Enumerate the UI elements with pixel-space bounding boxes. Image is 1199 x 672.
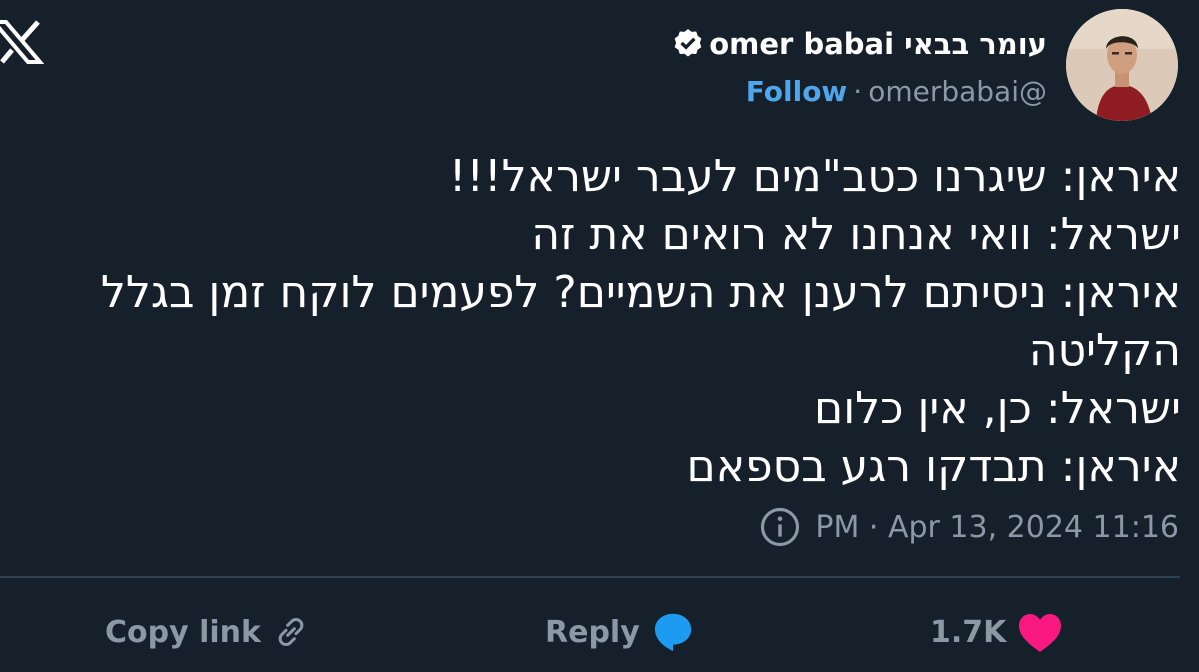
tweet-text: איראן: שיגרנו כטב"מים לעבר ישראל!!! ישרא…: [31, 148, 1181, 496]
divider: [0, 576, 1180, 578]
tweet-line: איראן: שיגרנו כטב"מים לעבר ישראל!!!: [448, 151, 1181, 202]
verified-badge-icon: [674, 29, 702, 57]
author-handle[interactable]: omerbabai@: [868, 75, 1047, 108]
link-icon: [278, 618, 304, 646]
tweet-line: הקליטה: [1028, 325, 1181, 376]
avatar[interactable]: [1066, 9, 1178, 121]
tweet-line: ישראל: וואי אנחנו לא רואים את זה: [531, 209, 1181, 260]
author-display-name[interactable]: עומר בבאי omer babai: [709, 27, 1047, 61]
info-icon[interactable]: [759, 506, 801, 548]
avatar-photo: [1066, 9, 1178, 121]
tweet-line: ישראל: כן, אין כלום: [814, 383, 1181, 434]
author-name-row[interactable]: עומר בבאי omer babai: [671, 22, 1047, 66]
like-count: 1.7K: [930, 614, 1007, 650]
x-logo-icon[interactable]: [0, 18, 44, 66]
reply-label: Reply: [545, 614, 640, 650]
author-sub-row: Follow · omerbabai@: [746, 70, 1047, 112]
reply-bubble-icon: [654, 613, 691, 652]
heart-icon: [1019, 614, 1062, 652]
like-button[interactable]: 1.7K: [930, 606, 1064, 658]
tweet-timestamp[interactable]: PM · Apr 13, 2024 11:16: [815, 510, 1179, 545]
copy-link-button[interactable]: Copy link: [105, 606, 311, 658]
tweet-line: איראן: ניסיתם לרענן את השמיים? לפעמים לו…: [100, 267, 1181, 318]
copy-link-label: Copy link: [105, 614, 261, 650]
tweet-timestamp-row: PM · Apr 13, 2024 11:16: [759, 504, 1179, 550]
reply-button[interactable]: Reply: [545, 606, 696, 658]
separator-dot: ·: [853, 74, 863, 108]
tweet-line: איראן: תבדקו רגע בספאם: [686, 441, 1181, 492]
follow-button[interactable]: Follow: [746, 75, 848, 108]
